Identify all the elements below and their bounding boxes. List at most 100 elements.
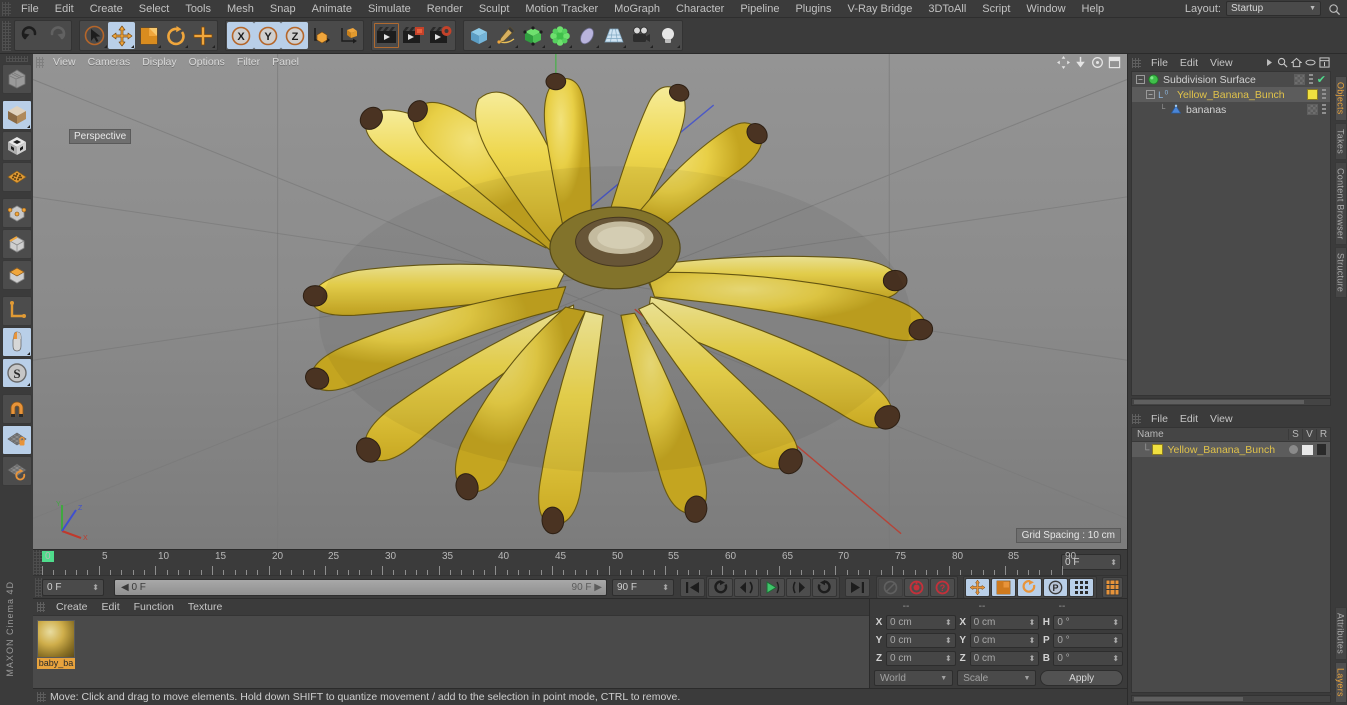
menu-item-plugins[interactable]: Plugins bbox=[787, 0, 839, 18]
menu-item-create[interactable]: Create bbox=[82, 0, 131, 18]
soft-selection-icon[interactable]: S bbox=[1, 358, 32, 388]
uv-mesh-icon[interactable] bbox=[1, 162, 32, 192]
object-row-subdivision-surface[interactable]: − Subdivision Surface ✔ bbox=[1132, 72, 1330, 87]
vtab-content-browser[interactable]: Content Browser bbox=[1334, 161, 1347, 246]
vtab-structure[interactable]: Structure bbox=[1334, 247, 1347, 299]
layer-color-swatch[interactable] bbox=[1152, 444, 1164, 455]
menu-item-motion-tracker[interactable]: Motion Tracker bbox=[517, 0, 606, 18]
coord-position-z-field[interactable]: 0 cm ⬍ bbox=[886, 651, 956, 666]
spinner-icon[interactable]: ⬍ bbox=[92, 583, 99, 592]
make-editable-icon[interactable] bbox=[1, 64, 32, 94]
menu-item-window[interactable]: Window bbox=[1018, 0, 1073, 18]
viewport-menu-display[interactable]: Display bbox=[136, 54, 182, 70]
object-axis-icon[interactable] bbox=[335, 22, 362, 49]
object-menu-view[interactable]: View bbox=[1204, 57, 1239, 69]
edges-mode-icon[interactable] bbox=[1, 229, 32, 259]
coordinate-system-dropdown[interactable]: World ▼ bbox=[874, 670, 954, 686]
render-toggle[interactable] bbox=[1317, 444, 1326, 455]
layer-menu-edit[interactable]: Edit bbox=[1174, 413, 1204, 425]
coord-rotation-b-field[interactable]: 0 ° ⬍ bbox=[1053, 651, 1124, 666]
redo-icon[interactable] bbox=[43, 22, 70, 49]
coord-size-z-field[interactable]: 0 cm ⬍ bbox=[969, 651, 1040, 666]
menu-item-pipeline[interactable]: Pipeline bbox=[732, 0, 787, 18]
menu-grip[interactable] bbox=[2, 1, 11, 16]
menu-item-character[interactable]: Character bbox=[668, 0, 732, 18]
viewport-menu-grip[interactable] bbox=[36, 56, 44, 68]
expand-toggle[interactable]: − bbox=[1146, 90, 1155, 99]
menu-item-snap[interactable]: Snap bbox=[262, 0, 304, 18]
end-frame-field[interactable]: 90 F ⬍ bbox=[612, 578, 674, 596]
spinner-icon[interactable]: ⬍ bbox=[1110, 558, 1117, 567]
add-axis-icon[interactable] bbox=[189, 22, 216, 49]
move-icon[interactable] bbox=[108, 22, 135, 49]
dots-icon[interactable] bbox=[1322, 104, 1326, 115]
object-row-bananas[interactable]: └ bananas bbox=[1132, 102, 1330, 117]
viewport-perspective[interactable]: View Cameras Display Options Filter Pane… bbox=[33, 54, 1127, 549]
viewport-menu-filter[interactable]: Filter bbox=[231, 54, 266, 70]
orbit-icon[interactable] bbox=[1091, 56, 1104, 69]
layer-list-hscrollbar[interactable] bbox=[1131, 695, 1331, 703]
viewport-menu-panel[interactable]: Panel bbox=[266, 54, 305, 70]
points-mode-icon[interactable] bbox=[1, 198, 32, 228]
layer-manager-grip[interactable] bbox=[1132, 413, 1141, 424]
menu-item-vray-bridge[interactable]: V-Ray Bridge bbox=[840, 0, 921, 18]
viewport-solo-icon[interactable] bbox=[1, 327, 32, 357]
dots-icon[interactable] bbox=[1322, 89, 1326, 100]
world-coordinates-icon[interactable] bbox=[308, 22, 335, 49]
coord-rotation-p-field[interactable]: 0 ° ⬍ bbox=[1053, 633, 1124, 648]
previous-frame-icon[interactable] bbox=[734, 577, 759, 597]
go-to-end-icon[interactable] bbox=[845, 577, 870, 597]
coord-rotation-h-field[interactable]: 0 ° ⬍ bbox=[1053, 615, 1124, 630]
lock-workplane-icon[interactable] bbox=[1, 425, 32, 455]
object-manager-grip[interactable] bbox=[1132, 57, 1141, 68]
left-toolbar-grip[interactable] bbox=[5, 56, 28, 62]
material-manager-grip[interactable] bbox=[37, 602, 45, 612]
current-frame-field[interactable]: 0 F ⬍ bbox=[42, 578, 104, 596]
render-settings-icon[interactable] bbox=[427, 22, 454, 49]
menu-item-mesh[interactable]: Mesh bbox=[219, 0, 262, 18]
viewport-menu-view[interactable]: View bbox=[47, 54, 82, 70]
texture-mode-icon[interactable] bbox=[1, 131, 32, 161]
material-list[interactable]: baby_ba bbox=[33, 615, 869, 688]
maximize-icon[interactable] bbox=[1108, 56, 1121, 69]
vtab-attributes[interactable]: Attributes bbox=[1334, 607, 1347, 661]
menu-item-select[interactable]: Select bbox=[131, 0, 178, 18]
cube-primitive-icon[interactable] bbox=[465, 22, 492, 49]
expand-toggle[interactable]: − bbox=[1136, 75, 1145, 84]
menu-item-mograph[interactable]: MoGraph bbox=[606, 0, 668, 18]
layer-menu-file[interactable]: File bbox=[1145, 413, 1174, 425]
point-level-animation-icon[interactable] bbox=[1069, 577, 1094, 597]
menu-item-simulate[interactable]: Simulate bbox=[360, 0, 419, 18]
vtab-takes[interactable]: Takes bbox=[1334, 122, 1347, 160]
timeline-scrubber[interactable]: ◀ 0 F 90 F ▶ bbox=[114, 578, 607, 596]
timeline-track[interactable]: 0 5 10 15 20 25 30 35 40 45 50 55 60 65 70 75 80 85 90 bbox=[42, 550, 1076, 575]
layer-list[interactable]: Name S V R └ Yellow_Banana_Bunch bbox=[1131, 427, 1331, 693]
lock-y-icon[interactable]: Y bbox=[254, 22, 281, 49]
visible-check-icon[interactable]: ✔ bbox=[1317, 73, 1326, 86]
material-menu-edit[interactable]: Edit bbox=[95, 601, 127, 613]
object-tree-hscrollbar[interactable] bbox=[1131, 398, 1331, 406]
object-tree[interactable]: − Subdivision Surface ✔ − L 0 Yellow_Ban… bbox=[1131, 71, 1331, 396]
scale-key-icon[interactable] bbox=[991, 577, 1016, 597]
rotate-icon[interactable] bbox=[162, 22, 189, 49]
model-mode-icon[interactable] bbox=[1, 100, 32, 130]
position-key-icon[interactable] bbox=[965, 577, 990, 597]
toolbar-grip[interactable] bbox=[2, 20, 11, 51]
undo-icon[interactable] bbox=[16, 22, 43, 49]
material-item[interactable]: baby_ba bbox=[37, 620, 75, 669]
viewport-menu-cameras[interactable]: Cameras bbox=[82, 54, 137, 70]
layer-menu-view[interactable]: View bbox=[1204, 413, 1239, 425]
apply-button[interactable]: Apply bbox=[1040, 670, 1123, 686]
parameter-key-icon[interactable]: P bbox=[1043, 577, 1068, 597]
search-icon[interactable] bbox=[1328, 3, 1341, 16]
loop-icon[interactable] bbox=[708, 577, 733, 597]
magnet-icon[interactable] bbox=[1, 394, 32, 424]
collapse-icon[interactable] bbox=[1319, 57, 1330, 68]
play-forward-icon[interactable] bbox=[812, 577, 837, 597]
dolly-icon[interactable] bbox=[1074, 56, 1087, 69]
object-menu-edit[interactable]: Edit bbox=[1174, 57, 1204, 69]
camera-icon[interactable] bbox=[627, 22, 654, 49]
generator-icon[interactable] bbox=[519, 22, 546, 49]
keyframe-selection-icon[interactable]: ? bbox=[930, 577, 955, 597]
material-menu-texture[interactable]: Texture bbox=[181, 601, 229, 613]
